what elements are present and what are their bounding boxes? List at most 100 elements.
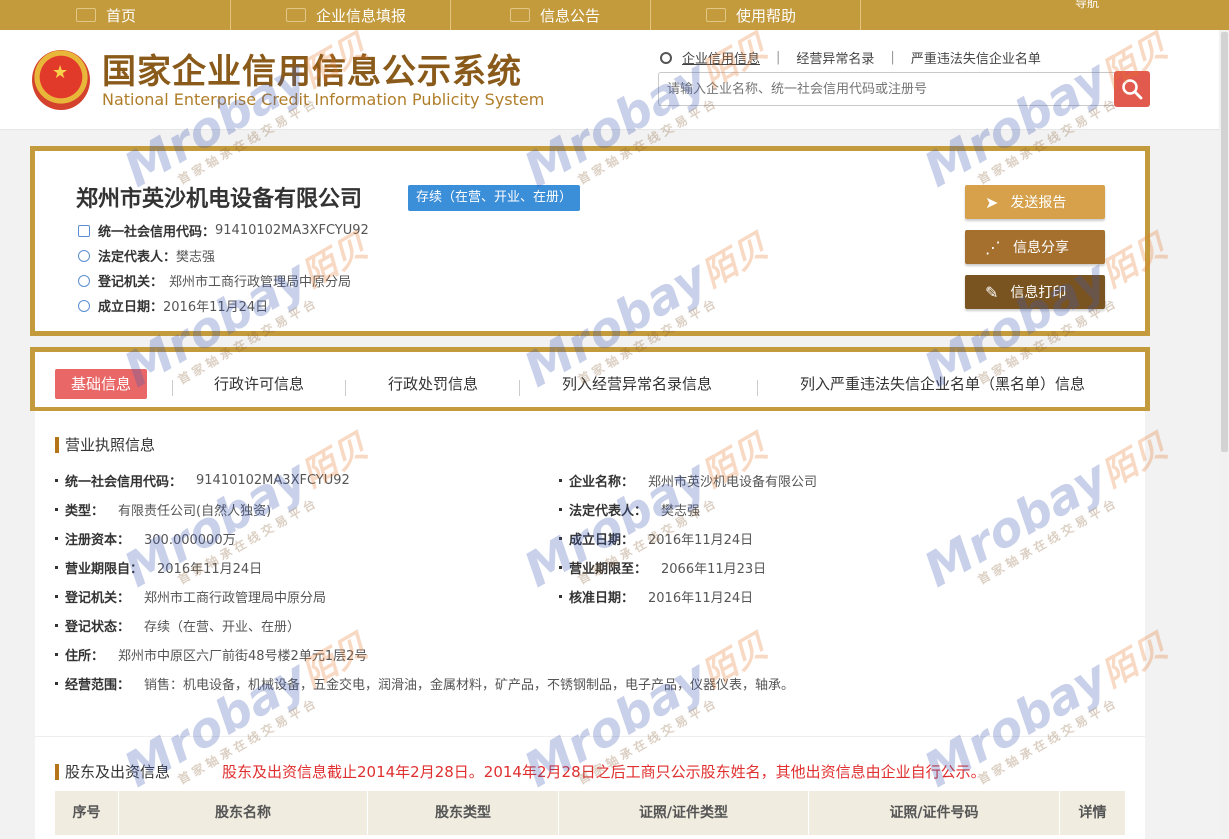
search-button[interactable] — [1114, 71, 1150, 107]
quicklink-blacklist[interactable]: 严重违法失信企业名单 — [911, 48, 1041, 67]
field-value: 2016年11月24日 — [157, 562, 263, 577]
nav-guide[interactable]: 导航 — [1075, 0, 1099, 11]
send-report-button[interactable]: ➤ 发送报告 — [965, 185, 1105, 219]
field-type: 类型： 有限责任公司(自然人独资) — [55, 500, 271, 519]
bullet — [55, 595, 58, 598]
field-founded: 成立日期： 2016年11月24日 — [559, 529, 753, 548]
nav-home[interactable]: 首页 — [76, 0, 136, 30]
field-value: 郑州市工商行政管理局中原分局 — [144, 591, 327, 606]
field-label: 营业期限至： — [569, 562, 648, 577]
field-business-scope: 经营范围： 销售：机电设备，机械设备，五金交电，润滑油，金属材料，矿产品，不锈钢制… — [55, 674, 794, 693]
site-header: ★ 国家企业信用信息公示系统 National Enterprise Credi… — [0, 30, 1229, 130]
share-info-button[interactable]: ⋰ 信息分享 — [965, 230, 1105, 264]
section-marker — [55, 763, 59, 780]
field-value: 91410102MA3XFCYU92 — [196, 473, 350, 488]
field-value: 樊志强 — [661, 504, 701, 519]
bullet — [559, 566, 562, 569]
print-info-label: 信息打印 — [1010, 285, 1067, 301]
bullet — [559, 479, 562, 482]
authority-line: 登记机关： 郑州市工商行政管理局中原分局 — [78, 271, 351, 290]
shareholder-section-label: 股东及出资信息 — [65, 763, 171, 781]
field-legal-rep: 法定代表人： 樊志强 — [559, 500, 700, 519]
license-section-label: 营业执照信息 — [65, 436, 156, 454]
col-name: 股东名称 — [119, 791, 368, 835]
field-label: 企业名称： — [569, 475, 635, 490]
nav-fill-report[interactable]: 企业信息填报 — [286, 0, 406, 30]
field-label: 住所： — [65, 649, 105, 664]
monitor-icon — [76, 8, 96, 22]
company-summary-card: 郑州市英沙机电设备有限公司 存续（在营、开业、在册） 统一社会信用代码： 9141… — [30, 146, 1150, 336]
founded-value: 2016年11月24日 — [163, 300, 269, 315]
field-reg-status: 登记状态： 存续（在营、开业、在册） — [55, 616, 300, 635]
col-index: 序号 — [55, 791, 119, 835]
section-marker — [55, 436, 59, 453]
license-section-title: 营业执照信息 — [55, 434, 155, 455]
nav-divider — [230, 0, 231, 30]
nav-announcement[interactable]: 信息公告 — [510, 0, 600, 30]
field-label: 营业期限自： — [65, 562, 144, 577]
field-term-from: 营业期限自： 2016年11月24日 — [55, 558, 262, 577]
field-address: 住所： 郑州市中原区六厂前街48号楼2单元1层2号 — [55, 645, 367, 664]
quicklink-divider: | — [776, 50, 781, 65]
bullet — [559, 537, 562, 540]
field-label: 核准日期： — [569, 591, 635, 606]
field-credit-code: 统一社会信用代码： 91410102MA3XFCYU92 — [55, 471, 350, 490]
field-value: 存续（在营、开业、在册） — [144, 620, 301, 635]
status-badge: 存续（在营、开业、在册） — [408, 185, 581, 211]
bullet — [559, 508, 562, 511]
nav-divider — [450, 0, 451, 30]
company-name: 郑州市英沙机电设备有限公司 — [76, 187, 363, 212]
scrollbar-thumb[interactable] — [1221, 32, 1228, 452]
credit-code-label: 统一社会信用代码： — [98, 225, 216, 240]
field-label: 法定代表人： — [569, 504, 648, 519]
tab-basic-info[interactable]: 基础信息 — [55, 369, 148, 399]
tab-blacklist[interactable]: 列入严重违法失信企业名单（黑名单）信息 — [800, 369, 1085, 399]
tab-admin-license[interactable]: 行政许可信息 — [214, 369, 304, 399]
national-emblem-icon: ★ — [32, 50, 90, 110]
site-title: 国家企业信用信息公示系统 — [102, 52, 522, 92]
field-value: 郑州市英沙机电设备有限公司 — [648, 475, 818, 490]
legal-rep-line: 法定代表人： 樊志强 — [78, 246, 215, 265]
site-subtitle: National Enterprise Credit Information P… — [102, 90, 545, 109]
speaker-icon — [706, 8, 726, 22]
shareholder-notice: 股东及出资信息截止2014年2月28日。2014年2月28日之后工商只公示股东姓… — [222, 763, 986, 781]
tab-admin-penalty[interactable]: 行政处罚信息 — [388, 369, 478, 399]
bullet — [55, 653, 58, 656]
founded-line: 成立日期： 2016年11月24日 — [78, 296, 268, 315]
quicklink-credit-info[interactable]: 企业信用信息 — [682, 48, 760, 67]
field-company-name: 企业名称： 郑州市英沙机电设备有限公司 — [559, 471, 817, 490]
info-icon — [78, 299, 90, 312]
quicklink-abnormal-list[interactable]: 经营异常名录 — [796, 48, 874, 67]
field-approval-date: 核准日期： 2016年11月24日 — [559, 587, 753, 606]
field-value: 2016年11月24日 — [648, 533, 754, 548]
col-cert-type: 证照/证件类型 — [559, 791, 809, 835]
section-divider — [35, 736, 1145, 737]
top-nav: 首页 企业信息填报 信息公告 使用帮助 导航 — [0, 0, 1229, 30]
info-tabs: 基础信息 行政许可信息 行政处罚信息 列入经营异常名录信息 列入严重违法失信企业… — [30, 347, 1150, 411]
main-content: 营业执照信息 统一社会信用代码： 91410102MA3XFCYU92 企业名称：… — [35, 411, 1145, 839]
nav-help[interactable]: 使用帮助 — [706, 0, 796, 30]
field-label: 统一社会信用代码： — [65, 475, 183, 490]
field-value: 销售：机电设备，机械设备，五金交电，润滑油，金属材料，矿产品，不锈钢制品，电子产… — [144, 678, 795, 693]
nav-announcement-label: 信息公告 — [540, 6, 601, 25]
field-label: 成立日期： — [569, 533, 635, 548]
nav-divider — [650, 0, 651, 30]
tab-abnormal-list[interactable]: 列入经营异常名录信息 — [562, 369, 712, 399]
field-label: 经营范围： — [65, 678, 131, 693]
bullet — [55, 566, 58, 569]
field-authority: 登记机关： 郑州市工商行政管理局中原分局 — [55, 587, 326, 606]
tab-divider — [172, 380, 173, 396]
search-input[interactable] — [658, 72, 1116, 106]
authority-value: 郑州市工商行政管理局中原分局 — [169, 275, 352, 290]
legal-rep-label: 法定代表人： — [98, 250, 177, 265]
shareholder-section-title: 股东及出资信息 — [55, 761, 170, 782]
pen-icon — [286, 8, 306, 22]
quicklink-divider: | — [890, 50, 895, 65]
credit-code-line: 统一社会信用代码： 91410102MA3XFCYU92 — [78, 221, 369, 240]
nav-help-label: 使用帮助 — [736, 6, 797, 25]
field-term-to: 营业期限至： 2066年11月23日 — [559, 558, 766, 577]
field-value: 2016年11月24日 — [648, 591, 754, 606]
field-label: 类型： — [65, 504, 105, 519]
print-info-button[interactable]: ✎ 信息打印 — [965, 275, 1105, 309]
founded-label: 成立日期： — [98, 300, 164, 315]
